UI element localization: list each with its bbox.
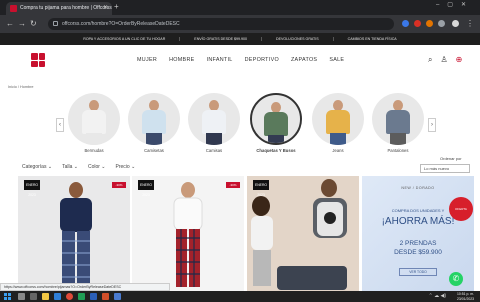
- status-url: https://www.offcorss.com/hombre/pijamas?…: [0, 283, 170, 291]
- collection-badge: ENERO 2023: [138, 180, 154, 197]
- product-card[interactable]: ENERO 2023: [247, 176, 359, 291]
- url-text: offcorss.com/hombre?O=OrderByReleaseDate…: [62, 21, 180, 27]
- tab-strip: Compra tu pijama para hombre | Offcorss …: [0, 0, 480, 15]
- brand-logo[interactable]: [31, 53, 45, 67]
- reload-icon[interactable]: ↻: [30, 18, 37, 30]
- collection-badge: ENERO 2023: [24, 180, 40, 197]
- forward-icon[interactable]: →: [18, 18, 26, 30]
- nav-item-hombre[interactable]: HOMBRE: [169, 57, 194, 63]
- user-icon[interactable]: ♙: [440, 55, 447, 65]
- favicon-icon: [10, 5, 17, 12]
- category-item[interactable]: Bermudas: [68, 93, 120, 153]
- product-card[interactable]: ENERO 2023 -30%: [18, 176, 130, 291]
- edge-icon[interactable]: [54, 293, 61, 300]
- search-icon[interactable]: ⌕: [428, 55, 432, 65]
- header-icons: ⌕ ♙ ⊕: [428, 55, 462, 65]
- category-label: Camisas: [205, 148, 223, 153]
- extension-icon[interactable]: [426, 20, 433, 27]
- word-icon[interactable]: [90, 293, 97, 300]
- lock-icon: [53, 21, 58, 26]
- address-bar[interactable]: offcorss.com/hombre?O=OrderByReleaseDate…: [48, 18, 394, 30]
- category-item[interactable]: Camisetas: [128, 93, 180, 153]
- chrome-icon[interactable]: [66, 293, 73, 300]
- window-controls[interactable]: –▢✕: [436, 1, 474, 8]
- promo-item[interactable]: ENVÍO GRATIS DESDE $99.900: [180, 37, 262, 41]
- file-explorer-icon[interactable]: [42, 293, 49, 300]
- discount-badge: -30%: [226, 182, 240, 188]
- category-item[interactable]: Jeans: [312, 93, 364, 153]
- breadcrumb[interactable]: Inicio / Hombre: [8, 85, 34, 89]
- banner-line: 2 PRENDAS: [399, 240, 437, 247]
- page-content: MUJER HOMBRE INFANTIL DEPORTIVO ZAPATOS …: [0, 45, 480, 291]
- profile-avatar-icon[interactable]: [452, 20, 459, 27]
- category-label: Pantalones: [387, 148, 409, 153]
- main-nav: MUJER HOMBRE INFANTIL DEPORTIVO ZAPATOS …: [137, 57, 344, 63]
- carousel-next-icon[interactable]: ›: [428, 118, 436, 132]
- excel-icon[interactable]: [78, 293, 85, 300]
- extension-icon[interactable]: [402, 20, 409, 27]
- category-item[interactable]: Camisas: [188, 93, 240, 153]
- filter-color[interactable]: Color ⌄: [88, 164, 106, 170]
- tab-title: Compra tu pijama para hombre | Offcorss: [20, 5, 112, 11]
- banner-brand: NEW / DORADO: [401, 186, 435, 190]
- category-image: [68, 93, 120, 145]
- taskbar-clock[interactable]: 10:51 p. m. 23/01/2023: [457, 292, 474, 301]
- nav-item-infantil[interactable]: INFANTIL: [207, 57, 233, 63]
- promo-item[interactable]: DEVOLUCIONES GRATIS: [262, 37, 334, 41]
- taskbar: ⌃ ☁ ◀) 10:51 p. m. 23/01/2023: [0, 291, 480, 302]
- nav-item-zapatos[interactable]: ZAPATOS: [291, 57, 317, 63]
- carousel-prev-icon[interactable]: ‹: [56, 118, 64, 132]
- category-label: Camisetas: [144, 148, 164, 153]
- filter-precio[interactable]: Precio ⌄: [116, 164, 136, 170]
- browser-toolbar: ← → ↻ offcorss.com/hombre?O=OrderByRelea…: [0, 15, 480, 33]
- category-image: [312, 93, 364, 145]
- category-image: [250, 93, 302, 145]
- browser-tab[interactable]: Compra tu pijama para hombre | Offcorss …: [6, 2, 112, 15]
- offer-seal-badge: OFERTA: [449, 197, 473, 221]
- sort-label: Ordenar por: [440, 156, 462, 161]
- clock-date: 23/01/2023: [457, 296, 474, 301]
- clock-time: 10:51 p. m.: [457, 292, 474, 296]
- category-image: [188, 93, 240, 145]
- cart-icon[interactable]: ⊕: [456, 55, 463, 65]
- nav-item-mujer[interactable]: MUJER: [137, 57, 157, 63]
- extension-icon[interactable]: [414, 20, 421, 27]
- task-view-icon[interactable]: [30, 293, 37, 300]
- banner-price: DESDE $59.900: [394, 249, 442, 256]
- product-card[interactable]: ENERO 2023 -30%: [132, 176, 244, 291]
- discount-badge: -30%: [112, 182, 126, 188]
- close-icon[interactable]: ✕: [103, 2, 108, 15]
- powerpoint-icon[interactable]: [102, 293, 109, 300]
- banner-cta-button[interactable]: VER TODO: [399, 268, 437, 276]
- category-item[interactable]: Pantalones: [372, 93, 424, 153]
- new-tab-icon[interactable]: +: [114, 2, 119, 12]
- promo-bar: ROPA Y ACCESORIOS A UN CLIC DE TU HOGAR …: [0, 33, 480, 45]
- category-label: Chaquetas Y Busos: [256, 148, 296, 153]
- app-icon[interactable]: [114, 293, 121, 300]
- system-tray[interactable]: ⌃ ☁ ◀): [429, 293, 446, 299]
- nav-item-sale[interactable]: SALE: [329, 57, 344, 63]
- promo-item[interactable]: ROPA Y ACCESORIOS A UN CLIC DE TU HOGAR: [69, 37, 181, 41]
- filter-talla[interactable]: Talla ⌄: [62, 164, 78, 170]
- category-label: Bermudas: [84, 148, 104, 153]
- promo-item[interactable]: CAMBIOS EN TIENDA FÍSICA: [334, 37, 411, 41]
- category-image: [372, 93, 424, 145]
- sort-select[interactable]: Lo más nuevo: [420, 164, 470, 173]
- category-image: [128, 93, 180, 145]
- search-icon[interactable]: [18, 293, 25, 300]
- category-label: Jeans: [332, 148, 344, 153]
- collection-badge: ENERO 2023: [253, 180, 269, 197]
- menu-dots-icon[interactable]: ⋮: [466, 18, 474, 30]
- back-icon[interactable]: ←: [6, 18, 14, 30]
- windows-start-icon[interactable]: [4, 293, 11, 300]
- nav-item-deportivo[interactable]: DEPORTIVO: [245, 57, 279, 63]
- whatsapp-icon[interactable]: ✆: [449, 272, 463, 286]
- filter-categorias[interactable]: Categorías ⌄: [22, 164, 52, 170]
- category-item-selected[interactable]: Chaquetas Y Busos: [250, 93, 302, 153]
- filter-bar: Categorías ⌄ Talla ⌄ Color ⌄ Precio ⌄: [22, 164, 135, 170]
- extensions-puzzle-icon[interactable]: [438, 20, 445, 27]
